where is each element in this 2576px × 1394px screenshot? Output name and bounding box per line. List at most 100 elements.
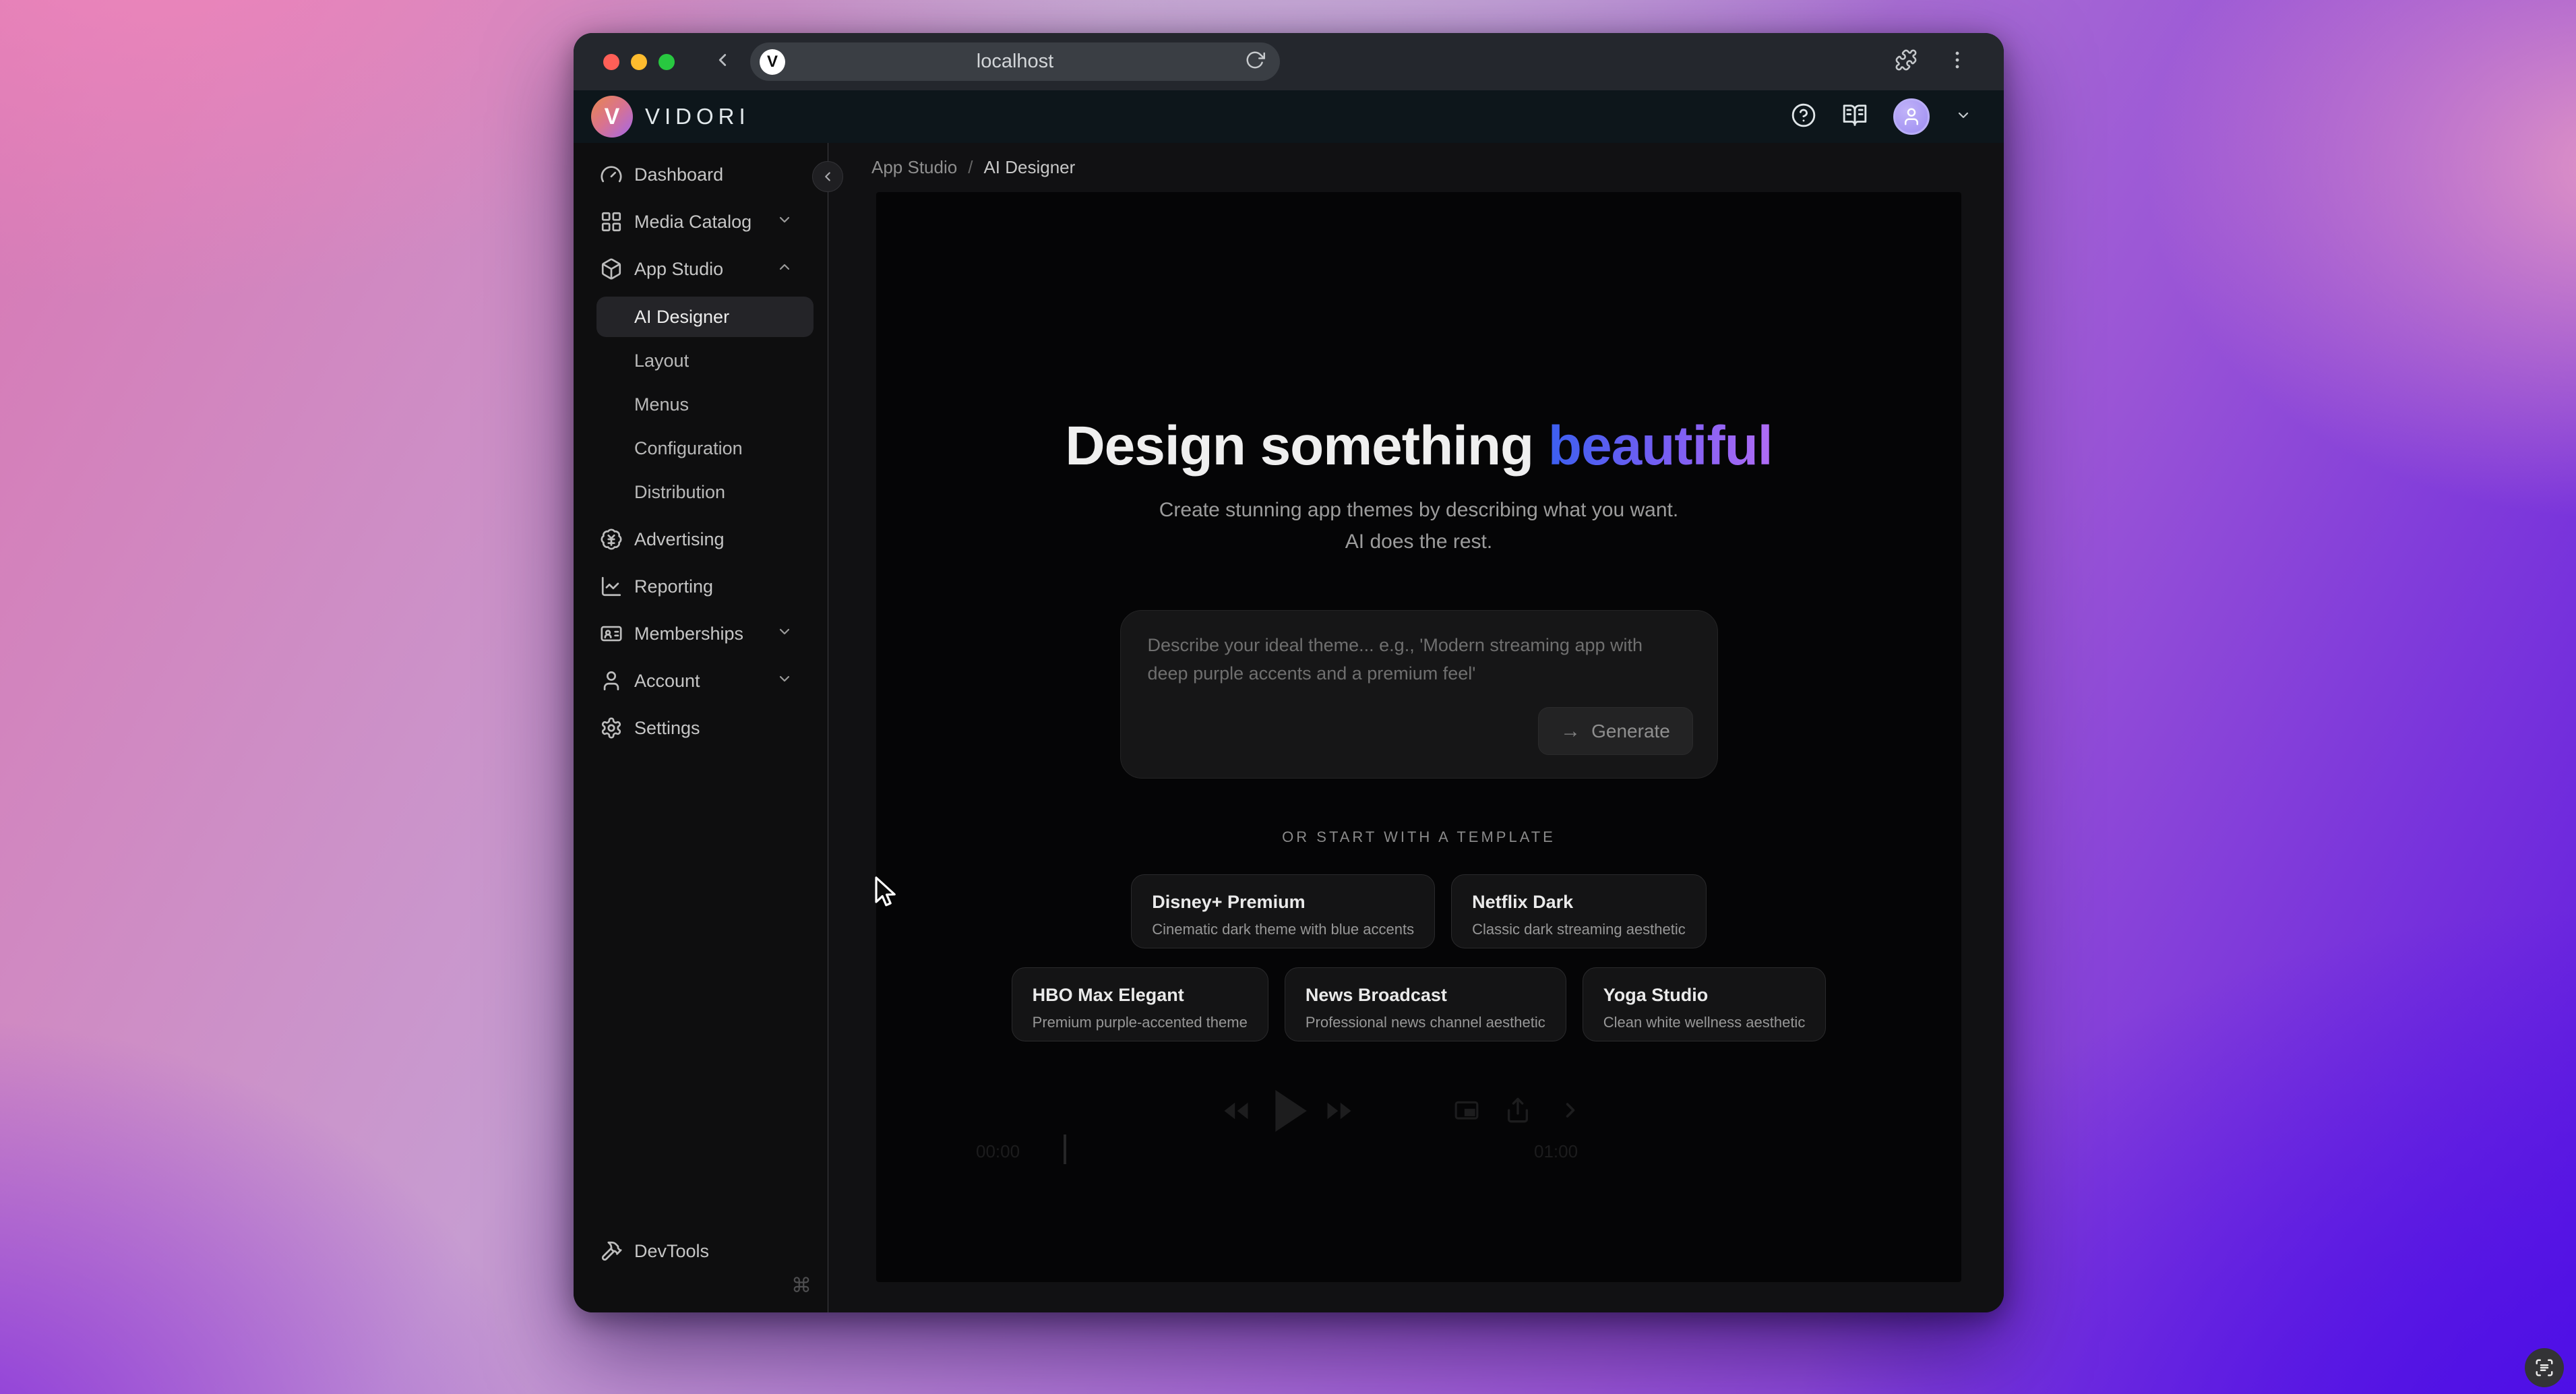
close-window-button[interactable]	[603, 54, 619, 70]
site-favicon: V	[760, 49, 785, 75]
sidebar-subitem-ai-designer[interactable]: AI Designer	[596, 297, 814, 337]
template-description: Cinematic dark theme with blue accents	[1152, 921, 1414, 938]
sidebar-subitem-distribution[interactable]: Distribution	[596, 472, 814, 512]
sidebar-item-label: Memberships	[634, 624, 743, 644]
play-icon	[1268, 1085, 1310, 1137]
mouse-cursor	[873, 876, 903, 912]
gauge-icon	[600, 163, 623, 186]
chevron-down-icon	[776, 671, 793, 692]
chart-line-icon	[600, 575, 623, 598]
template-description: Clean white wellness aesthetic	[1603, 1014, 1806, 1031]
chevron-down-icon	[776, 212, 793, 233]
badge-yen-icon	[600, 528, 623, 551]
main-content: App Studio / AI Designer	[828, 143, 2004, 1312]
sidebar-item-label: Settings	[634, 718, 700, 739]
window-controls	[603, 54, 675, 70]
help-icon[interactable]	[1791, 102, 1816, 131]
zoom-window-button[interactable]	[658, 54, 675, 70]
sidebar-item-advertising[interactable]: Advertising	[574, 516, 828, 563]
sidebar-item-account[interactable]: Account	[574, 657, 828, 704]
url-text: localhost	[750, 51, 1280, 73]
sidebar-subitem-label: Menus	[634, 394, 689, 415]
template-title: Disney+ Premium	[1152, 892, 1414, 913]
sidebar-subitem-label: AI Designer	[634, 307, 729, 328]
template-card-yoga-studio[interactable]: Yoga Studio Clean white wellness aesthet…	[1583, 967, 1827, 1041]
back-button[interactable]	[712, 50, 733, 73]
sidebar: Dashboard Media Catalog App Studio	[574, 143, 828, 1312]
sidebar-subitem-label: Configuration	[634, 438, 743, 459]
player-time-current: 00:00	[976, 1141, 1020, 1162]
breadcrumb-ai-designer: AI Designer	[983, 157, 1075, 178]
sidebar-item-devtools[interactable]: DevTools	[574, 1228, 828, 1275]
breadcrumb: App Studio / AI Designer	[828, 143, 2004, 192]
page-subtitle: Create stunning app themes by describing…	[876, 494, 1961, 557]
sidebar-item-label: App Studio	[634, 259, 723, 280]
sidebar-subitem-configuration[interactable]: Configuration	[596, 428, 814, 468]
id-card-icon	[600, 622, 623, 645]
template-description: Premium purple-accented theme	[1033, 1014, 1248, 1031]
sidebar-item-label: Advertising	[634, 529, 725, 550]
share-icon	[1504, 1095, 1531, 1125]
template-description: Classic dark streaming aesthetic	[1472, 921, 1686, 938]
browser-titlebar: V localhost	[574, 33, 2004, 90]
template-title: Netflix Dark	[1472, 892, 1686, 913]
command-key-icon: ⌘	[791, 1274, 811, 1298]
breadcrumb-app-studio[interactable]: App Studio	[871, 157, 957, 178]
generate-button[interactable]: → Generate	[1538, 707, 1693, 755]
sidebar-item-app-studio[interactable]: App Studio	[574, 245, 828, 293]
sidebar-collapse-button[interactable]	[812, 161, 843, 192]
minimize-window-button[interactable]	[631, 54, 647, 70]
fast-forward-icon	[1323, 1097, 1355, 1125]
account-menu-chevron-icon[interactable]	[1955, 107, 1971, 127]
docs-book-icon[interactable]	[1842, 102, 1868, 131]
brand-name: VIDORI	[645, 104, 750, 129]
hammer-icon	[600, 1240, 623, 1263]
sidebar-item-dashboard[interactable]: Dashboard	[574, 151, 828, 198]
chevron-right-icon	[1558, 1097, 1583, 1124]
sidebar-item-memberships[interactable]: Memberships	[574, 610, 828, 657]
template-card-news-broadcast[interactable]: News Broadcast Professional news channel…	[1285, 967, 1566, 1041]
address-bar[interactable]: V localhost	[750, 42, 1280, 81]
ai-designer-canvas: 00:00 01:00 Design something beautiful C…	[876, 192, 1961, 1282]
sidebar-subitem-layout[interactable]: Layout	[596, 340, 814, 381]
breadcrumb-separator: /	[968, 157, 973, 178]
player-time-total: 01:00	[1534, 1141, 1578, 1162]
sidebar-item-reporting[interactable]: Reporting	[574, 563, 828, 610]
extensions-icon[interactable]	[1895, 49, 1918, 75]
reload-icon[interactable]	[1245, 50, 1265, 73]
sidebar-item-media-catalog[interactable]: Media Catalog	[574, 198, 828, 245]
sidebar-item-label: Reporting	[634, 576, 713, 597]
page-subtitle-line1: Create stunning app themes by describing…	[876, 494, 1961, 526]
template-description: Professional news channel aesthetic	[1306, 1014, 1545, 1031]
vidori-logo[interactable]: V	[591, 96, 633, 138]
sidebar-item-settings[interactable]: Settings	[574, 704, 828, 752]
chevron-down-icon	[776, 624, 793, 644]
page-title: Design something beautiful	[876, 419, 1961, 474]
sidebar-item-label: Media Catalog	[634, 212, 752, 233]
page-title-gradient-word: beautiful	[1548, 415, 1773, 477]
arrow-right-icon: →	[1560, 720, 1581, 743]
sidebar-subitem-menus[interactable]: Menus	[596, 384, 814, 425]
template-title: News Broadcast	[1306, 985, 1545, 1006]
gear-icon	[600, 717, 623, 739]
page-title-plain: Design something	[1065, 415, 1548, 477]
template-card-hbo-max-elegant[interactable]: HBO Max Elegant Premium purple-accented …	[1012, 967, 1268, 1041]
templates-section-label: OR START WITH A TEMPLATE	[876, 828, 1961, 846]
template-title: Yoga Studio	[1603, 985, 1806, 1006]
template-card-netflix-dark[interactable]: Netflix Dark Classic dark streaming aest…	[1451, 874, 1707, 948]
user-icon	[600, 669, 623, 692]
sidebar-item-label: Account	[634, 671, 700, 692]
template-title: HBO Max Elegant	[1033, 985, 1248, 1006]
sidebar-subitem-label: Distribution	[634, 482, 725, 503]
chevron-up-icon	[776, 259, 793, 280]
template-card-disney-premium[interactable]: Disney+ Premium Cinematic dark theme wit…	[1131, 874, 1435, 948]
user-avatar[interactable]	[1893, 98, 1930, 135]
generate-button-label: Generate	[1591, 721, 1670, 742]
browser-menu-icon[interactable]	[1946, 49, 1969, 75]
rewind-icon	[1220, 1097, 1252, 1125]
sidebar-item-label: DevTools	[634, 1241, 709, 1262]
picture-in-picture-icon	[1452, 1098, 1481, 1124]
theme-prompt-card: → Generate	[1120, 610, 1718, 779]
scan-text-overlay-button[interactable]	[2525, 1348, 2564, 1387]
sidebar-subitem-label: Layout	[634, 351, 689, 371]
